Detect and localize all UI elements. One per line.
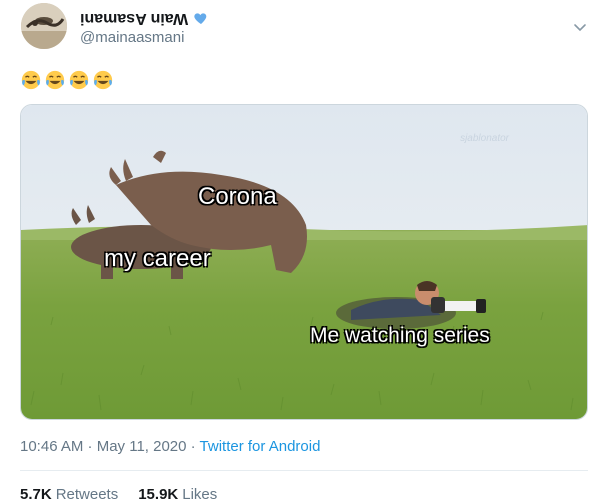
face-with-tears-of-joy-icon — [45, 70, 65, 90]
tweet-timestamp: 10:46 AM · May 11, 2020 · Twitter for An… — [20, 438, 320, 455]
user-handle[interactable]: @mainaasmani — [80, 29, 184, 46]
verified-badge-icon — [194, 13, 207, 24]
meme-label-series: Me watching series — [310, 324, 490, 347]
tweet-header: Wain Asamani @mainaasmani — [0, 0, 601, 60]
tweet-source-link[interactable]: Twitter for Android — [200, 438, 321, 455]
timestamp-text[interactable]: 10:46 AM · May 11, 2020 · — [20, 438, 200, 455]
display-name[interactable]: Wain Asamani — [80, 8, 209, 28]
retweets-stat[interactable]: 5.7K Retweets — [20, 486, 118, 503]
face-with-tears-of-joy-icon — [69, 70, 89, 90]
tweet-text — [20, 69, 114, 91]
likes-label: Likes — [182, 486, 218, 503]
chevron-down-icon[interactable] — [573, 20, 587, 34]
tweet-stats: 5.7K Retweets 15.9K Likes — [20, 486, 217, 503]
likes-stat[interactable]: 15.9K Likes — [138, 486, 217, 503]
display-name-text[interactable]: Wain Asamani — [80, 8, 188, 28]
face-with-tears-of-joy-icon — [21, 70, 41, 90]
meme-label-career: my career — [104, 245, 211, 272]
retweets-count: 5.7K — [20, 486, 52, 503]
avatar[interactable] — [21, 3, 67, 49]
face-with-tears-of-joy-icon — [93, 70, 113, 90]
divider — [20, 470, 588, 471]
tweet-media-image[interactable]: sjablonator Corona my career Me watching… — [20, 104, 588, 420]
meme-label-corona: Corona — [198, 183, 277, 210]
watermark: sjablonator — [460, 133, 509, 144]
likes-count: 15.9K — [138, 486, 179, 503]
retweets-label: Retweets — [55, 486, 119, 503]
